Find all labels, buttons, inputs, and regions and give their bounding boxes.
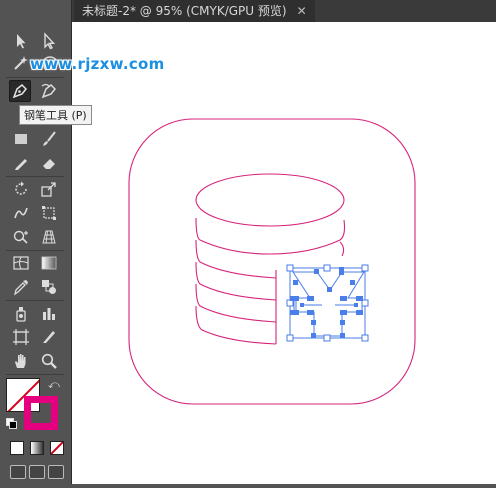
rotate-icon: [15, 181, 27, 195]
eyedropper-tool[interactable]: [10, 276, 32, 298]
perspective-grid-tool[interactable]: [38, 226, 60, 248]
gradient-icon: [41, 256, 57, 270]
artboard-icon: [13, 329, 29, 345]
draw-normal-button[interactable]: [10, 465, 26, 479]
coin-layer-2: [195, 239, 277, 279]
curvature-tool[interactable]: [38, 80, 60, 102]
column-graph-tool[interactable]: [38, 302, 60, 324]
document-tab[interactable]: 未标题-2* @ 95% (CMYK/GPU 预览) ✕: [74, 0, 315, 22]
warp-tool[interactable]: [10, 202, 32, 224]
coin-layer-3: [195, 261, 277, 301]
symbol-sprayer-tool[interactable]: [10, 302, 32, 324]
artwork: [128, 118, 416, 405]
coin-layer-4: [195, 283, 277, 323]
pencil-tool[interactable]: [10, 152, 32, 174]
shape-builder-icon: [13, 230, 28, 244]
gradient-tool[interactable]: [38, 252, 60, 274]
shape-builder-tool[interactable]: [10, 226, 32, 248]
free-transform-icon: [42, 206, 56, 220]
symbol-sprayer-icon: [16, 307, 26, 322]
mesh-tool[interactable]: [10, 252, 32, 274]
pencil-icon: [15, 159, 27, 170]
color-mode-button[interactable]: [10, 441, 24, 455]
perspective-grid-icon: [42, 230, 56, 244]
rectangle-icon: [15, 134, 27, 144]
coin-layer-5: [195, 305, 277, 345]
close-icon[interactable]: ✕: [297, 0, 307, 22]
rotate-tool[interactable]: [10, 178, 32, 200]
curvature-pen-icon: [41, 83, 57, 99]
document-tab-bar: 未标题-2* @ 95% (CMYK/GPU 预览) ✕: [72, 0, 496, 22]
selection-tool[interactable]: [10, 30, 32, 52]
scale-tool[interactable]: [38, 178, 60, 200]
artboard-canvas[interactable]: [72, 22, 496, 484]
blend-icon: [42, 280, 56, 294]
pen-icon: [12, 83, 28, 99]
draw-inside-button[interactable]: [48, 465, 64, 479]
coin-top-ellipse: [195, 173, 345, 227]
paintbrush-tool[interactable]: [38, 128, 60, 150]
pen-tool-tooltip: 钢笔工具 (P): [19, 105, 92, 125]
hand-tool[interactable]: [10, 350, 32, 372]
eraser-tool[interactable]: [38, 152, 60, 174]
gradient-mode-button[interactable]: [30, 441, 44, 455]
slice-icon: [43, 331, 55, 343]
direct-selection-tool[interactable]: [38, 30, 60, 52]
slice-tool[interactable]: [38, 326, 60, 348]
draw-behind-button[interactable]: [29, 465, 45, 479]
swap-fill-stroke-icon[interactable]: ⤺: [48, 378, 60, 392]
artboard-tool[interactable]: [10, 326, 32, 348]
column-graph-icon: [43, 308, 55, 320]
eraser-icon: [43, 159, 55, 169]
document-tab-title: 未标题-2* @ 95% (CMYK/GPU 预览): [82, 4, 287, 18]
app-icon-rounded-square: [128, 118, 416, 405]
eyedropper-icon: [13, 280, 28, 296]
zoom-icon: [41, 353, 57, 369]
warp-icon: [14, 207, 28, 219]
default-fill-stroke-icon[interactable]: [6, 418, 17, 429]
anchor-points: [286, 264, 369, 342]
rectangle-tool[interactable]: [10, 128, 32, 150]
magic-wand-tool[interactable]: [10, 52, 32, 74]
blend-tool[interactable]: [38, 276, 60, 298]
zoom-tool[interactable]: [38, 350, 60, 372]
hand-icon: [15, 354, 26, 368]
selection-arrow-icon: [17, 34, 26, 49]
direct-selection-arrow-icon: [44, 32, 56, 50]
paintbrush-icon: [43, 131, 56, 146]
watermark-text: www.rjzxw.com: [30, 55, 165, 73]
stroke-swatch[interactable]: [24, 396, 58, 430]
pen-tool[interactable]: [9, 80, 31, 102]
none-mode-button[interactable]: [50, 441, 64, 455]
free-transform-tool[interactable]: [38, 202, 60, 224]
none-icon: [51, 442, 63, 454]
scale-icon: [41, 182, 56, 197]
mesh-icon: [13, 256, 29, 270]
magic-wand-icon: [14, 56, 28, 70]
coin-layer-1: [195, 217, 346, 255]
